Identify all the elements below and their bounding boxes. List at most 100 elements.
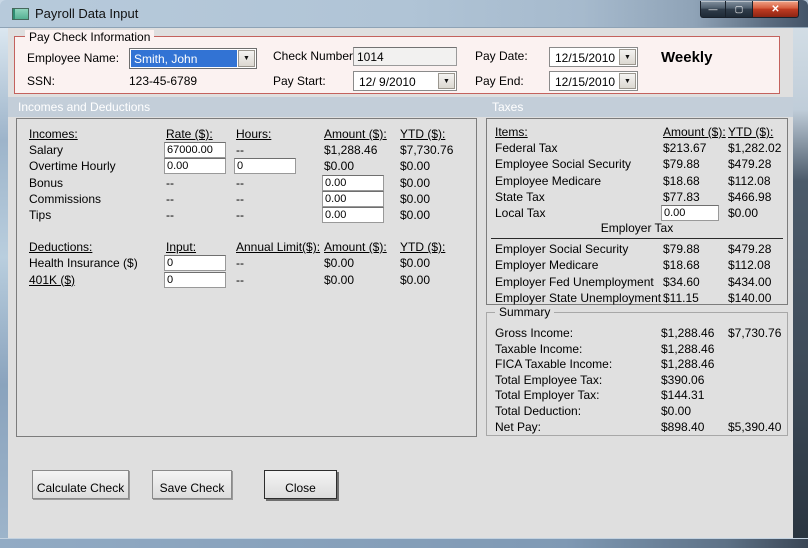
tax-label: State Tax bbox=[495, 189, 545, 204]
pay-date-value: 12/15/2010 bbox=[555, 51, 616, 65]
local-tax-input[interactable] bbox=[661, 204, 719, 221]
tax-amount: $11.15 bbox=[663, 290, 699, 305]
income-hours: -- bbox=[236, 207, 244, 222]
health-insurance-input[interactable] bbox=[164, 255, 226, 272]
tax-amount: $18.68 bbox=[663, 258, 700, 273]
tax-ytd: $112.08 bbox=[728, 258, 771, 273]
amount-header: Amount ($): bbox=[663, 125, 726, 139]
tax-ytd: $479.28 bbox=[728, 242, 772, 257]
check-number-input[interactable] bbox=[353, 47, 457, 66]
employee-name-combobox[interactable]: Smith, John ▼ bbox=[129, 48, 257, 69]
maximize-icon: ▢ bbox=[734, 3, 744, 14]
overtime-rate-input[interactable] bbox=[164, 158, 226, 175]
table-row: Salary -- $1,288.46 $7,730.76 bbox=[17, 142, 476, 159]
amount-header: Amount ($): bbox=[324, 127, 387, 141]
income-label: Tips bbox=[29, 207, 52, 222]
ssn-value: 123-45-6789 bbox=[129, 74, 198, 88]
summary-group: Summary Gross Income: $1,288.46 $7,730.7… bbox=[486, 305, 788, 436]
ytd-header: YTD ($): bbox=[400, 240, 446, 255]
table-row: Commissions -- -- $0.00 bbox=[17, 190, 476, 207]
income-amount: $1,288.46 bbox=[324, 143, 378, 158]
income-ytd: $0.00 bbox=[400, 159, 431, 174]
dropdown-arrow-icon: ▼ bbox=[443, 77, 450, 85]
summary-amount: $390.06 bbox=[661, 372, 705, 387]
pay-start-value: 12/ 9/2010 bbox=[359, 75, 416, 89]
401k-input[interactable] bbox=[164, 271, 226, 288]
table-row: Employee Medicare $18.68 $112.08 bbox=[487, 173, 787, 189]
tax-amount: $34.60 bbox=[663, 274, 700, 289]
deduction-ytd: $0.00 bbox=[400, 256, 431, 271]
pay-start-datepicker[interactable]: 12/ 9/2010 ▼ bbox=[353, 71, 457, 91]
annual-limit-header: Annual Limit($): bbox=[236, 240, 321, 255]
dropdown-arrow-icon: ▼ bbox=[624, 53, 631, 61]
client-area: Pay Check Information Employee Name: Smi… bbox=[8, 28, 793, 538]
deduction-limit: -- bbox=[236, 256, 244, 271]
tax-label: Employer Medicare bbox=[495, 258, 599, 273]
table-row: Employer State Unemployment $11.15 $140.… bbox=[487, 290, 787, 306]
summary-amount: $0.00 bbox=[661, 403, 692, 418]
salary-rate-input[interactable] bbox=[164, 142, 226, 159]
bonus-amount-input[interactable] bbox=[322, 174, 384, 191]
income-label: Commissions bbox=[29, 191, 102, 206]
summary-label-text: Gross Income: bbox=[495, 326, 574, 340]
ytd-header: YTD ($): bbox=[400, 127, 446, 141]
summary-label-text: Net Pay: bbox=[495, 419, 542, 434]
items-header: Items: bbox=[495, 125, 528, 139]
employee-name-label: Employee Name: bbox=[27, 51, 120, 65]
close-icon: ✕ bbox=[771, 3, 780, 15]
window-frame-right bbox=[793, 28, 808, 538]
tax-ytd: $479.28 bbox=[728, 157, 772, 172]
summary-amount: $898.40 bbox=[661, 419, 705, 434]
pay-date-datepicker[interactable]: 12/15/2010 ▼ bbox=[549, 47, 638, 67]
pay-end-label: Pay End: bbox=[475, 74, 524, 88]
summary-row: Taxable Income: $1,288.46 bbox=[487, 342, 787, 358]
window-title: Payroll Data Input bbox=[35, 6, 139, 21]
summary-label-text: FICA Taxable Income: bbox=[495, 357, 613, 372]
summary-row: Gross Income: $1,288.46 $7,730.76 bbox=[487, 326, 787, 342]
paycheck-info-group: Pay Check Information Employee Name: Smi… bbox=[14, 30, 780, 94]
ssn-label: SSN: bbox=[27, 74, 56, 88]
pay-end-dropdown-button[interactable]: ▼ bbox=[619, 73, 636, 89]
pay-end-datepicker[interactable]: 12/15/2010 ▼ bbox=[549, 71, 638, 91]
calculate-check-button[interactable]: Calculate Check bbox=[32, 470, 129, 499]
deductions-header: Deductions: bbox=[29, 240, 93, 255]
income-ytd: $0.00 bbox=[400, 175, 431, 190]
title-bar[interactable]: Payroll Data Input — ▢ ✕ bbox=[0, 0, 808, 28]
commissions-amount-input[interactable] bbox=[322, 190, 384, 207]
table-row: Bonus -- -- $0.00 bbox=[17, 174, 476, 191]
dropdown-arrow-icon: ▼ bbox=[243, 55, 250, 62]
deductions-header-row: Deductions: Input: Annual Limit($): Amou… bbox=[17, 239, 476, 255]
summary-amount: $1,288.46 bbox=[661, 326, 715, 340]
tax-label: Employee Medicare bbox=[495, 173, 602, 188]
tips-amount-input[interactable] bbox=[322, 206, 384, 223]
incomes-deductions-panel: Incomes: Rate ($): Hours: Amount ($): YT… bbox=[16, 118, 477, 437]
form-icon bbox=[12, 8, 29, 20]
income-amount: $0.00 bbox=[324, 159, 355, 174]
summary-row: Net Pay: $898.40 $5,390.40 bbox=[487, 420, 787, 436]
pay-date-dropdown-button[interactable]: ▼ bbox=[619, 49, 636, 65]
overtime-hours-input[interactable] bbox=[234, 158, 296, 175]
employee-combo-dropdown-button[interactable]: ▼ bbox=[238, 50, 255, 67]
income-label: Salary bbox=[29, 143, 64, 158]
summary-label-text: Total Deduction: bbox=[495, 403, 582, 418]
summary-label-text: Taxable Income: bbox=[495, 341, 583, 356]
summary-row: Total Deduction: $0.00 bbox=[487, 404, 787, 420]
employer-tax-subheader: Employer Tax bbox=[491, 221, 783, 240]
tax-ytd: $466.98 bbox=[728, 189, 772, 204]
summary-row: FICA Taxable Income: $1,288.46 bbox=[487, 357, 787, 373]
pay-start-dropdown-button[interactable]: ▼ bbox=[438, 73, 455, 89]
tax-ytd: $112.08 bbox=[728, 173, 771, 188]
amount-header: Amount ($): bbox=[324, 240, 387, 255]
check-number-label: Check Number: bbox=[273, 49, 357, 63]
minimize-button[interactable]: — bbox=[700, 1, 726, 18]
income-hours: -- bbox=[236, 191, 244, 206]
tax-label: Employee Social Security bbox=[495, 157, 632, 172]
summary-label-text: Total Employer Tax: bbox=[495, 388, 600, 403]
close-button[interactable]: ✕ bbox=[752, 1, 799, 18]
save-check-button[interactable]: Save Check bbox=[152, 470, 232, 499]
maximize-button[interactable]: ▢ bbox=[726, 1, 752, 18]
close-form-button[interactable]: Close bbox=[264, 470, 337, 499]
income-hours: -- bbox=[236, 143, 244, 158]
hours-header: Hours: bbox=[236, 127, 272, 141]
